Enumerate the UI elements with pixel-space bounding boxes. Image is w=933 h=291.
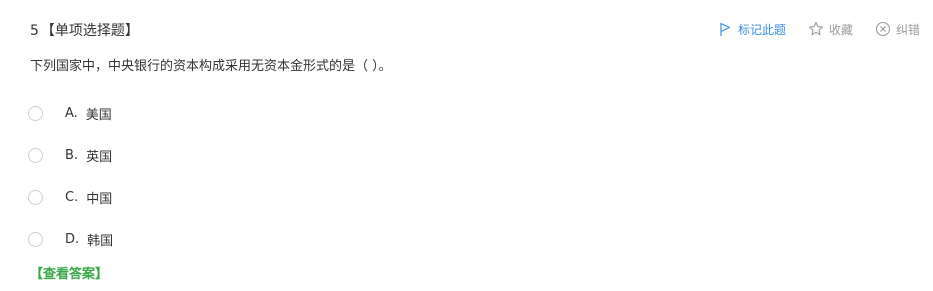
- radio-button[interactable]: [28, 231, 43, 247]
- options-list: A. 美国 B. 英国 C. 中国 D. 韩国: [28, 92, 113, 260]
- favorite-button[interactable]: 收藏: [808, 21, 853, 38]
- option-c[interactable]: C. 中国: [28, 176, 113, 218]
- report-error-label: 纠错: [895, 22, 920, 37]
- star-icon: [808, 21, 824, 37]
- flag-icon: [717, 21, 733, 37]
- option-d[interactable]: D. 韩国: [28, 218, 113, 260]
- question-header: 5 【单项选择题】 标记此题 收藏 纠错: [30, 18, 920, 42]
- favorite-label: 收藏: [828, 22, 853, 37]
- circle-x-icon: [875, 21, 891, 37]
- radio-button[interactable]: [28, 189, 43, 205]
- radio-button[interactable]: [28, 147, 43, 163]
- view-answer-link[interactable]: 【查看答案】: [30, 263, 108, 282]
- question-actions: 标记此题 收藏 纠错: [695, 18, 920, 40]
- option-text: 美国: [85, 107, 112, 123]
- mark-question-button[interactable]: 标记此题: [717, 21, 786, 38]
- mark-question-label: 标记此题: [737, 22, 786, 37]
- option-text: 韩国: [87, 233, 114, 249]
- radio-button[interactable]: [28, 105, 43, 121]
- question-title: 5 【单项选择题】: [30, 20, 139, 40]
- option-a[interactable]: A. 美国: [28, 92, 113, 134]
- option-text: 中国: [86, 191, 113, 207]
- option-letter: C.: [65, 189, 79, 205]
- option-letter: B.: [65, 147, 79, 163]
- option-b[interactable]: B. 英国: [28, 134, 113, 176]
- option-text: 英国: [86, 149, 113, 165]
- option-letter: A.: [65, 105, 78, 121]
- question-number: 5: [30, 23, 39, 39]
- option-letter: D.: [65, 231, 80, 247]
- question-type-label: 【单项选择题】: [40, 23, 139, 39]
- report-error-button[interactable]: 纠错: [875, 21, 920, 38]
- question-stem: 下列国家中，中央银行的资本构成采用无资本金形式的是（ ）。: [30, 59, 392, 74]
